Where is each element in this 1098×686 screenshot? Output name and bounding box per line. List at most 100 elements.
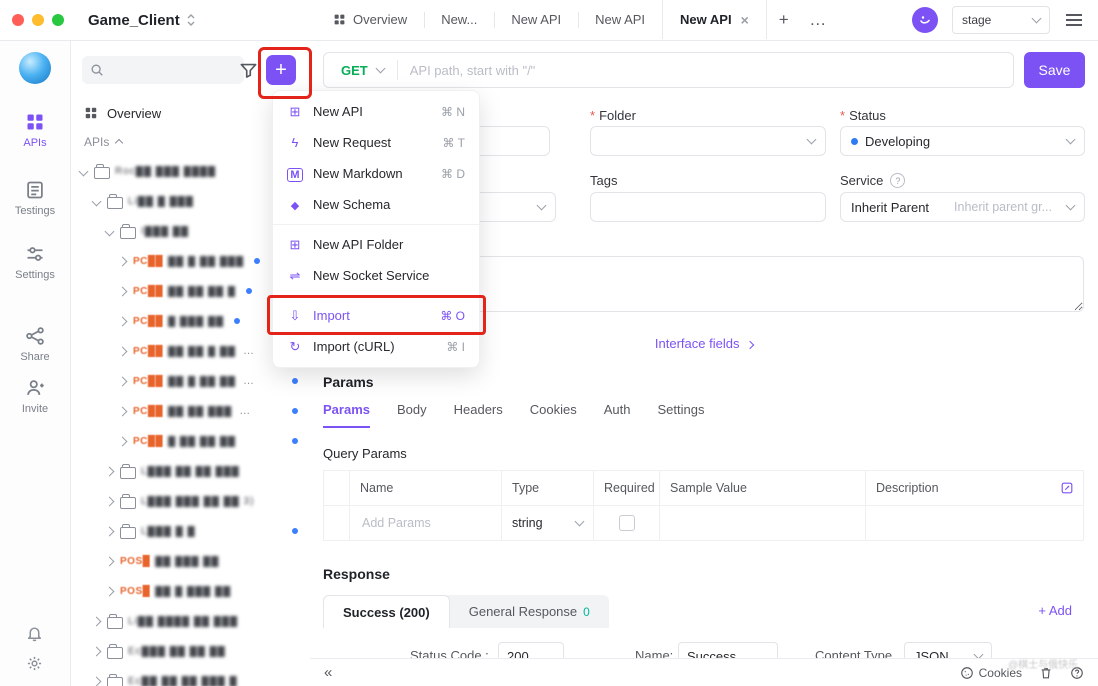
tree-item[interactable]: L███ █ █ <box>70 516 310 546</box>
tree-item[interactable]: Li██ ████ ██ ███ <box>70 606 310 636</box>
params-tab[interactable]: Auth <box>604 402 631 428</box>
required-checkbox[interactable] <box>619 515 635 531</box>
sidebar-nav-testings[interactable]: Testings <box>0 180 70 217</box>
invite-person-icon <box>25 378 45 398</box>
bulk-edit-icon[interactable] <box>1060 481 1074 495</box>
method-select[interactable]: GET <box>324 63 397 78</box>
project-switch-icon <box>186 12 196 28</box>
chevron-icon[interactable] <box>105 466 115 476</box>
menu-item-new-markdown[interactable]: New Markdown ⌘ D <box>273 158 479 189</box>
search-box[interactable] <box>82 56 244 84</box>
chevron-icon[interactable] <box>105 496 115 506</box>
menu-item-new-schema[interactable]: New Schema <box>273 189 479 220</box>
param-type-select[interactable]: string <box>502 506 594 540</box>
chevron-icon[interactable] <box>118 436 128 446</box>
menu-item-new-request[interactable]: New Request ⌘ T <box>273 127 479 158</box>
status-dot <box>254 258 260 264</box>
response-tab[interactable]: Success (200) <box>323 595 450 628</box>
drag-handle[interactable] <box>324 506 350 540</box>
tree-item[interactable]: POS█ ██ ███ ██ <box>70 546 310 576</box>
param-name-input[interactable] <box>360 515 491 531</box>
service-select[interactable]: Inherit Parent Inherit parent gr... <box>840 192 1085 222</box>
param-description-input[interactable] <box>866 506 1083 540</box>
editor-tab[interactable]: New API <box>494 0 578 39</box>
params-tab[interactable]: Cookies <box>530 402 577 428</box>
sidebar-nav-invite[interactable]: Invite <box>0 378 70 415</box>
close-tab-icon[interactable]: × <box>741 12 749 28</box>
tab-label: Headers <box>454 402 503 417</box>
avatar[interactable] <box>912 7 938 33</box>
response-tab[interactable]: General Response 0 <box>450 595 609 628</box>
menu-item-import[interactable]: Import ⌘ O <box>273 300 479 331</box>
status-dot <box>234 318 240 324</box>
sidebar-nav-share[interactable]: Share <box>0 326 70 363</box>
params-tab[interactable]: Headers <box>454 402 503 428</box>
chevron-icon[interactable] <box>118 316 128 326</box>
chevron-icon[interactable] <box>105 556 115 566</box>
chevron-icon[interactable] <box>105 526 115 536</box>
notifications-bell-icon[interactable] <box>26 625 43 642</box>
menu-item-import-curl[interactable]: Import (cURL) ⌘ I <box>273 331 479 362</box>
chevron-icon[interactable] <box>92 616 102 626</box>
tree-item[interactable]: Ec██ ██ ██ ███ █ <box>70 666 310 686</box>
chevron-icon[interactable] <box>118 346 128 356</box>
chevron-icon[interactable] <box>92 196 102 206</box>
sidebar-nav-apis[interactable]: APIs <box>0 112 70 149</box>
chevron-icon[interactable] <box>118 286 128 296</box>
chevron-icon[interactable] <box>92 646 102 656</box>
status-select[interactable]: Developing <box>840 126 1085 156</box>
avatar-glyph <box>917 12 933 28</box>
add-button[interactable]: + <box>266 55 296 85</box>
app-logo[interactable] <box>19 52 51 84</box>
tags-input[interactable] <box>590 192 826 222</box>
tab-overflow-button[interactable]: … <box>801 0 835 39</box>
menu-label: New Socket Service <box>313 268 429 283</box>
chevron-icon[interactable] <box>79 166 89 176</box>
gear-icon[interactable] <box>26 655 43 672</box>
tree-item[interactable]: L███ ███ ██ ██ 3) <box>70 486 310 516</box>
chevron-icon[interactable] <box>118 406 128 416</box>
close-window-button[interactable] <box>12 14 24 26</box>
params-tab[interactable]: Params <box>323 402 370 428</box>
new-tab-button[interactable]: + <box>767 0 801 39</box>
add-response-button[interactable]: + Add <box>1038 603 1072 618</box>
tree-item[interactable]: Ec███ ██ ██ ██ <box>70 636 310 666</box>
project-switcher[interactable]: Game_Client <box>88 0 196 40</box>
hamburger-menu-icon[interactable] <box>1066 19 1082 21</box>
save-button[interactable]: Save <box>1024 52 1085 88</box>
menu-item-new-api-folder[interactable]: New API Folder <box>273 229 479 260</box>
params-tab[interactable]: Body <box>397 402 427 428</box>
editor-tab[interactable]: New API × <box>662 0 767 39</box>
tree-item[interactable]: PC██ ██ █ ██ ██ … <box>70 366 310 396</box>
chevron-icon[interactable] <box>92 676 102 686</box>
menu-label: New Request <box>313 135 391 150</box>
sidebar-nav-settings[interactable]: Settings <box>0 244 70 281</box>
tree-item[interactable]: L███ ██ ██ ███ <box>70 456 310 486</box>
menu-separator <box>273 224 479 225</box>
folder-select[interactable] <box>590 126 826 156</box>
chevron-icon[interactable] <box>105 586 115 596</box>
info-icon[interactable]: ? <box>890 173 905 188</box>
param-sample-input[interactable] <box>660 506 866 540</box>
chevron-icon[interactable] <box>118 376 128 386</box>
tree-item[interactable]: POS█ ██ █ ███ ██ <box>70 576 310 606</box>
editor-tab[interactable]: New API <box>578 0 662 39</box>
chevron-icon[interactable] <box>105 226 115 236</box>
api-path-input[interactable] <box>398 63 1013 78</box>
menu-item-new-api[interactable]: New API ⌘ N <box>273 96 479 127</box>
environment-select[interactable]: stage <box>952 6 1050 34</box>
filter-button[interactable] <box>239 61 258 80</box>
collapse-sidebar-button[interactable]: « <box>324 664 332 681</box>
editor-tab[interactable]: New... <box>424 0 494 39</box>
folder-icon <box>120 227 136 239</box>
minimize-window-button[interactable] <box>32 14 44 26</box>
params-tab[interactable]: Settings <box>657 402 704 428</box>
menu-item-new-socket-service[interactable]: New Socket Service <box>273 260 479 291</box>
tree-item[interactable]: PC██ ██ ██ ███ … <box>70 396 310 426</box>
chevron-icon[interactable] <box>118 256 128 266</box>
editor-tab[interactable]: Overview <box>316 0 424 39</box>
tree-item[interactable]: PC██ █ ██ ██ ██ <box>70 426 310 456</box>
maximize-window-button[interactable] <box>52 14 64 26</box>
search-input[interactable] <box>110 62 236 78</box>
shortcut-label: ⌘ I <box>446 340 465 354</box>
